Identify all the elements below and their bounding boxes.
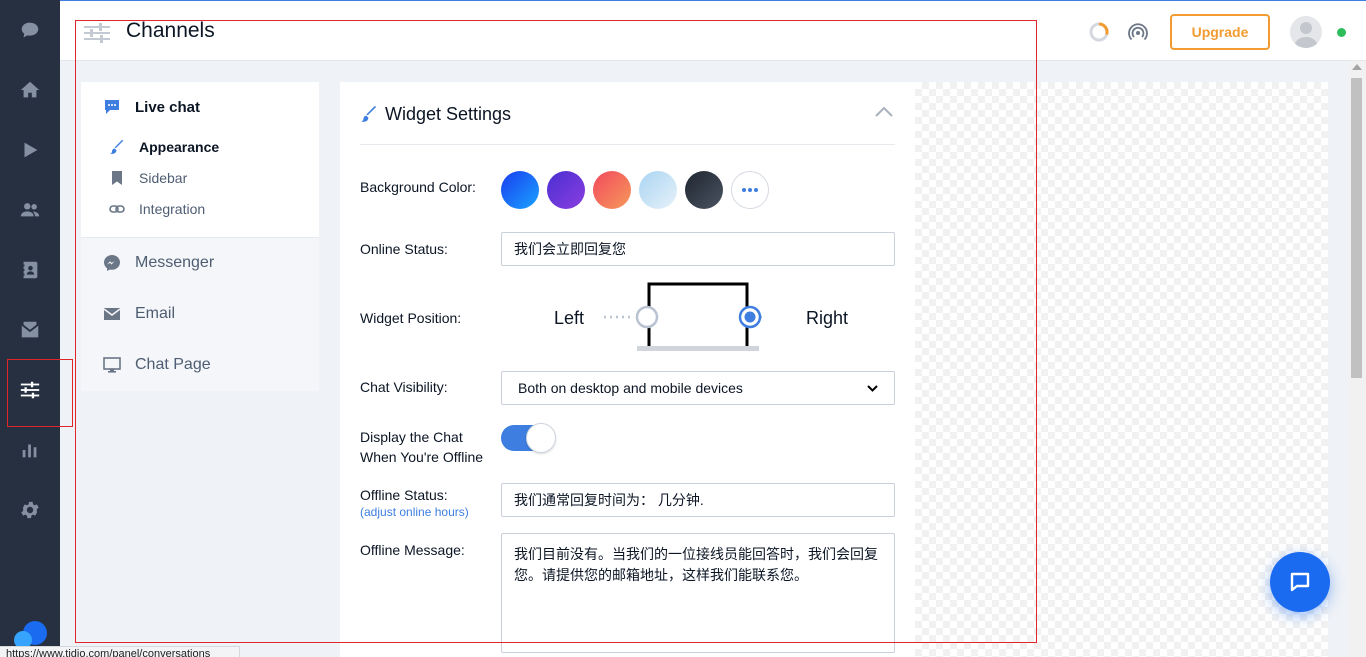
color-swatch-dark[interactable]: [685, 171, 723, 209]
subnav-item-integration[interactable]: Integration: [109, 201, 205, 217]
brush-icon: [361, 106, 377, 122]
display-offline-label-line1: Display the Chat: [360, 429, 463, 445]
livechat-icon: [105, 100, 119, 114]
more-colors-button[interactable]: [731, 171, 769, 209]
color-swatch-light-blue[interactable]: [639, 171, 677, 209]
avatar[interactable]: [1290, 16, 1322, 48]
channel-item-messenger[interactable]: Messenger: [103, 254, 214, 272]
channel-item-label: Messenger: [135, 254, 215, 271]
upgrade-button[interactable]: Upgrade: [1170, 14, 1270, 50]
channels-subnav: Live chat Appearance Sidebar Integration…: [81, 82, 319, 391]
chevron-up-icon[interactable]: [875, 106, 893, 118]
subnav-item-label: Sidebar: [139, 170, 188, 186]
subnav-item-sidebar[interactable]: Sidebar: [109, 170, 187, 186]
color-swatch-blue[interactable]: [501, 171, 539, 209]
chat-visibility-value: Both on desktop and mobile devices: [518, 380, 743, 396]
online-status-dot: [1337, 28, 1346, 37]
laptop-position-illustration[interactable]: [602, 282, 762, 354]
chat-widget-button[interactable]: [1270, 552, 1330, 612]
scrollbar-thumb[interactable]: [1351, 78, 1362, 378]
brush-icon: [110, 140, 124, 154]
offline-status-label-text: Offline Status:: [360, 487, 448, 503]
channel-item-label: Email: [135, 305, 176, 322]
online-status-label: Online Status:: [360, 241, 448, 257]
chat-bubble-icon: [1290, 572, 1310, 592]
channels-page-icon: [84, 23, 110, 43]
visitors-icon[interactable]: [0, 180, 60, 240]
monitor-icon: [103, 357, 121, 373]
color-swatch-purple[interactable]: [547, 171, 585, 209]
channel-item-email[interactable]: Email: [103, 305, 175, 323]
display-offline-toggle[interactable]: [501, 423, 556, 453]
subnav-item-appearance[interactable]: Appearance: [109, 139, 219, 155]
loading-spinner-icon: [1089, 22, 1109, 42]
offline-message-label: Offline Message:: [360, 542, 465, 558]
panel-title: Widget Settings: [385, 104, 512, 124]
mailbox-icon[interactable]: [0, 300, 60, 360]
page-title: Channels: [126, 19, 215, 42]
position-left-label[interactable]: Left: [554, 308, 584, 329]
envelope-icon: [103, 308, 121, 320]
messenger-icon: [104, 255, 120, 271]
livechat-label[interactable]: Live chat: [135, 99, 200, 116]
color-swatch-coral[interactable]: [593, 171, 631, 209]
offline-message-textarea[interactable]: 我们目前没有。当我们的一位接线员能回答时，我们会回复您。请提供您的邮箱地址，这样…: [501, 533, 895, 653]
display-offline-label: Display the Chat When You're Offline: [360, 427, 483, 467]
analytics-icon[interactable]: [0, 420, 60, 480]
channel-item-chat-page[interactable]: Chat Page: [103, 356, 211, 374]
online-status-input[interactable]: 我们会立即回复您: [501, 232, 895, 266]
subnav-item-label: Integration: [139, 201, 206, 217]
gear-icon[interactable]: [0, 480, 60, 540]
play-icon[interactable]: [0, 120, 60, 180]
bookmark-icon: [112, 171, 122, 185]
panel-header[interactable]: Widget Settings: [360, 82, 895, 145]
position-right-label[interactable]: Right: [806, 308, 848, 329]
livechat-section: Live chat Appearance Sidebar Integration: [81, 82, 319, 238]
toggle-knob: [526, 423, 556, 453]
top-bar: Channels Upgrade: [60, 0, 1366, 61]
left-rail: [0, 0, 60, 657]
contacts-icon[interactable]: [0, 240, 60, 300]
link-icon: [109, 205, 125, 213]
more-dots-icon: [742, 188, 758, 192]
offline-status-input[interactable]: 我们通常回复时间为： 几分钟.: [501, 483, 895, 517]
browser-status-url: https://www.tidio.com/panel/conversation…: [0, 646, 240, 657]
tidio-logo-icon: [14, 621, 47, 649]
chat-visibility-label: Chat Visibility:: [360, 379, 448, 395]
home-icon[interactable]: [0, 60, 60, 120]
scroll-up-arrow-icon[interactable]: [1352, 64, 1362, 70]
display-offline-label-line2: When You're Offline: [360, 449, 484, 465]
channels-highlight-box: [7, 359, 73, 427]
widget-preview-area: [915, 82, 1328, 657]
channel-item-label: Chat Page: [135, 356, 211, 373]
subnav-item-label: Appearance: [139, 139, 220, 155]
background-color-label: Background Color:: [360, 179, 476, 195]
adjust-hours-wrapper: (adjust online hours): [360, 505, 469, 519]
offline-status-label: Offline Status: (adjust online hours): [360, 485, 469, 519]
chevron-down-icon: [867, 384, 878, 392]
widget-position-label: Widget Position:: [360, 310, 462, 326]
adjust-online-hours-link[interactable]: adjust online hours: [364, 505, 465, 519]
chat-icon[interactable]: [0, 0, 60, 60]
widget-settings-panel: Widget Settings Background Color: Online…: [340, 82, 915, 657]
chat-visibility-select[interactable]: Both on desktop and mobile devices: [501, 371, 895, 405]
broadcast-icon[interactable]: [1127, 21, 1149, 43]
